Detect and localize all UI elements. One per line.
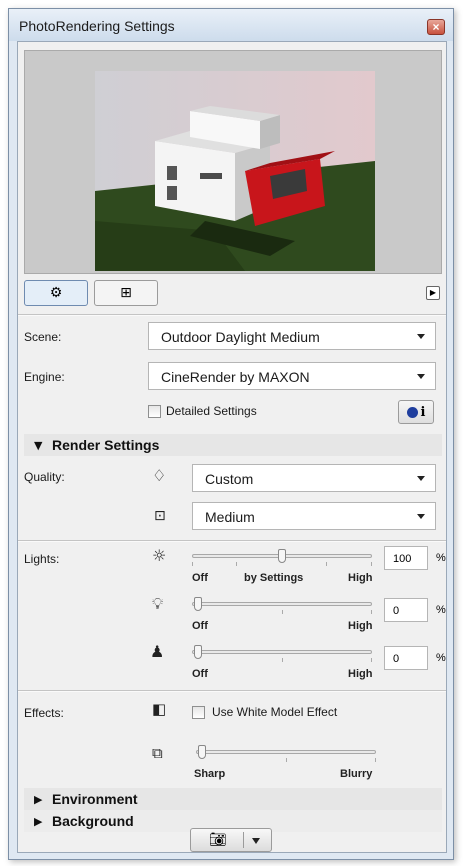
render-settings-title: Render Settings — [52, 437, 160, 453]
play-icon: ▶ — [429, 288, 437, 297]
lights-label: Lights: — [24, 552, 60, 566]
sun-slider-max-label: High — [348, 572, 373, 584]
environment-header[interactable]: ▶ Environment — [24, 788, 442, 810]
close-button[interactable]: × — [427, 19, 445, 35]
building-preview-image — [95, 71, 375, 271]
engine-value: CineRender by MAXON — [161, 369, 310, 385]
title-bar[interactable]: PhotoRendering Settings × — [9, 9, 453, 41]
engine-info-button[interactable]: i — [398, 400, 434, 424]
white-model-checkbox[interactable] — [192, 706, 205, 719]
detailed-settings-label: Detailed Settings — [166, 404, 257, 418]
percent-label: % — [436, 604, 446, 616]
spot-slider-min-label: Off — [192, 668, 208, 680]
divider — [18, 540, 446, 542]
blur-slider-min-label: Sharp — [194, 768, 226, 780]
close-icon: × — [432, 20, 440, 34]
environment-title: Environment — [52, 791, 138, 807]
divider — [18, 314, 446, 316]
scene-dropdown[interactable]: Outdoor Daylight Medium — [148, 322, 436, 350]
detail-level-dropdown[interactable]: Medium — [192, 502, 436, 530]
collapsed-triangle-icon: ▶ — [34, 815, 43, 828]
tab-render-settings[interactable]: ⚙ — [24, 280, 88, 306]
chevron-down-icon[interactable] — [252, 838, 260, 844]
collapsed-triangle-icon: ▶ — [34, 793, 43, 806]
expanded-triangle-icon: ▼ — [34, 439, 43, 452]
chevron-down-icon — [417, 476, 425, 481]
resolution-icon: ⊡ — [154, 508, 166, 524]
quality-value: Custom — [205, 471, 254, 487]
percent-label: % — [436, 652, 446, 664]
quality-dropdown[interactable]: Custom — [192, 464, 436, 492]
sun-slider-mid-label: by Settings — [244, 572, 304, 584]
effects-label: Effects: — [24, 706, 64, 720]
spot-slider-track[interactable] — [192, 650, 372, 654]
expand-arrow-button[interactable]: ▶ — [426, 286, 440, 300]
photorendering-settings-window: PhotoRendering Settings × ⚙ ⊞ ▶ Scene: O… — [8, 8, 454, 860]
settings-panel: ⚙ ⊞ ▶ Scene: Outdoor Daylight Medium Eng… — [17, 41, 447, 853]
spot-intensity-input[interactable]: 0 — [384, 646, 428, 670]
detailed-settings-checkbox[interactable] — [148, 405, 161, 418]
detail-level-value: Medium — [205, 509, 255, 525]
spot-slider-max-label: High — [348, 668, 373, 680]
chevron-down-icon — [417, 374, 425, 379]
info-icon: i — [420, 404, 426, 420]
lamp-intensity-input[interactable]: 0 — [384, 598, 428, 622]
sun-intensity-input[interactable]: 100 — [384, 546, 428, 570]
diamond-icon: ♢ — [152, 466, 167, 485]
quality-label: Quality: — [24, 470, 65, 484]
percent-label: % — [436, 552, 446, 564]
engine-dropdown[interactable]: CineRender by MAXON — [148, 362, 436, 390]
chevron-down-icon — [417, 334, 425, 339]
window-title: PhotoRendering Settings — [19, 18, 175, 34]
lightbulb-icon: 💡︎ — [152, 594, 164, 613]
render-settings-header[interactable]: ▼ Render Settings — [24, 434, 442, 456]
sun-icon: ☼ — [152, 546, 167, 565]
lamp-slider-thumb[interactable] — [194, 597, 202, 611]
blur-slider-track[interactable] — [196, 750, 376, 754]
lamp-icon: ♟ — [150, 642, 165, 661]
camera-icon[interactable]: 📷︎ — [209, 832, 227, 848]
maxon-logo-icon — [406, 406, 418, 418]
blur-icon: ⧉ — [152, 744, 163, 762]
scene-value: Outdoor Daylight Medium — [161, 329, 320, 345]
blur-slider-thumb[interactable] — [198, 745, 206, 759]
blur-slider-max-label: Blurry — [340, 768, 373, 780]
lamp-slider-track[interactable] — [192, 602, 372, 606]
view-tabs: ⚙ ⊞ ▶ — [18, 280, 446, 308]
spot-slider-thumb[interactable] — [194, 645, 202, 659]
lamp-slider-max-label: High — [348, 620, 373, 632]
frame-size-icon: ⊞ — [120, 285, 132, 301]
divider — [18, 690, 446, 692]
tab-size-settings[interactable]: ⊞ — [94, 280, 158, 306]
chevron-down-icon — [417, 514, 425, 519]
engine-label: Engine: — [24, 370, 65, 384]
render-preview — [24, 50, 442, 274]
white-model-icon: ◧ — [152, 700, 167, 718]
render-button-group: 📷︎ — [190, 828, 272, 852]
background-title: Background — [52, 813, 134, 829]
sun-slider-min-label: Off — [192, 572, 208, 584]
gear-icon: ⚙ — [49, 285, 63, 301]
sun-slider-thumb[interactable] — [278, 549, 286, 563]
lamp-slider-min-label: Off — [192, 620, 208, 632]
white-model-label: Use White Model Effect — [212, 705, 338, 719]
scene-label: Scene: — [24, 330, 62, 344]
